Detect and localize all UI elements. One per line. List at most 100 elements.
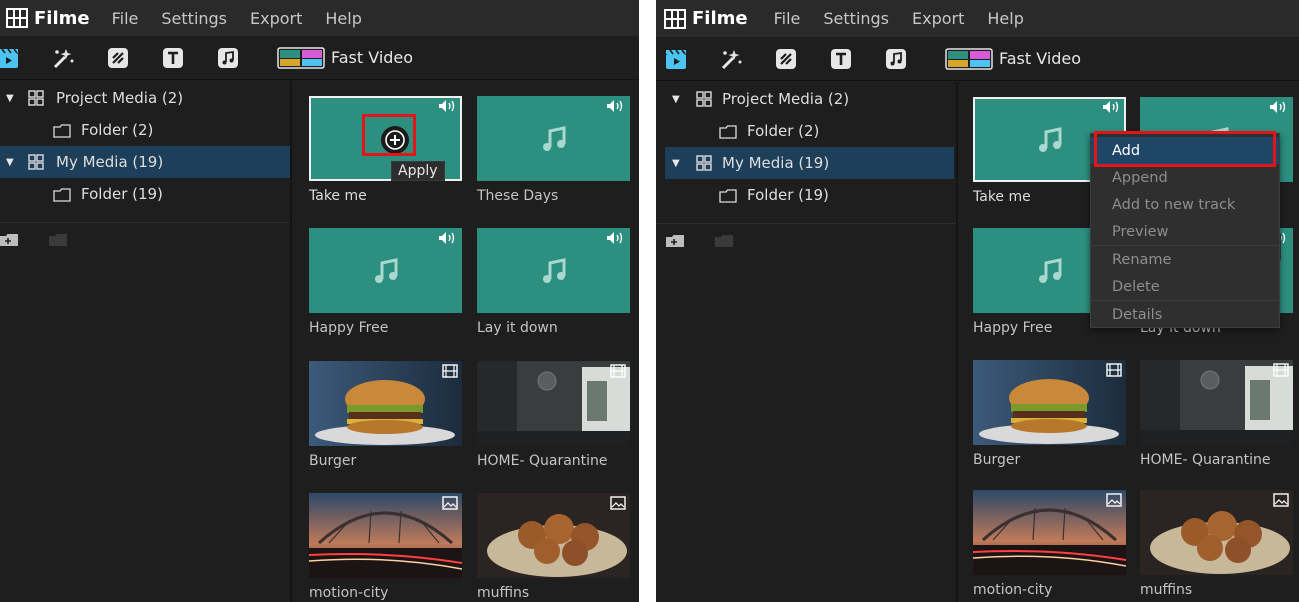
burger-photo xyxy=(973,360,1126,445)
video-thumbnail[interactable] xyxy=(309,361,462,446)
fast-video-label: Fast Video xyxy=(331,48,414,67)
menu-help[interactable]: Help xyxy=(325,9,361,28)
media-tile-lay-it-down[interactable]: Lay it down xyxy=(477,228,630,336)
menu-file[interactable]: File xyxy=(112,9,139,28)
media-label: Burger xyxy=(973,452,1021,468)
app-logo: Filme xyxy=(6,8,90,29)
menu-bar: Filme File Settings Export Help xyxy=(656,0,1299,37)
expand-arrow-icon[interactable]: ▼ xyxy=(6,93,14,104)
media-grid: Take me Apply These Days Happy Free Lay xyxy=(293,81,639,602)
menu-file[interactable]: File xyxy=(774,9,801,28)
grid-icon xyxy=(696,91,712,107)
image-thumbnail[interactable] xyxy=(1140,490,1293,575)
media-tile-home-quarantine[interactable]: HOME- Quarantine xyxy=(477,361,630,469)
menu-export[interactable]: Export xyxy=(250,9,302,28)
media-label: HOME- Quarantine xyxy=(1140,452,1271,468)
music-note-icon xyxy=(1038,126,1061,152)
sidebar-item-my-media[interactable]: ▼ My Media (19) xyxy=(0,146,290,178)
grid-icon xyxy=(696,155,712,171)
sidebar-item-my-media[interactable]: ▼ My Media (19) xyxy=(665,147,954,179)
media-tile-happy-free[interactable]: Happy Free xyxy=(309,228,462,336)
sidebar-item-folder-project[interactable]: Folder (2) xyxy=(0,114,290,146)
context-menu: Add Append Add to new track Preview Rena… xyxy=(1090,133,1280,328)
delete-folder-icon[interactable] xyxy=(715,234,733,248)
add-folder-icon[interactable] xyxy=(666,234,684,248)
video-thumbnail[interactable] xyxy=(973,360,1126,445)
transitions-icon[interactable] xyxy=(772,45,800,73)
expand-arrow-icon[interactable]: ▼ xyxy=(672,94,680,105)
image-thumbnail[interactable] xyxy=(973,490,1126,575)
sidebar-item-folder-project[interactable]: Folder (2) xyxy=(656,115,956,147)
context-menu-add-to-new-track[interactable]: Add to new track xyxy=(1091,191,1279,218)
apply-tooltip: Apply xyxy=(391,161,445,181)
audio-thumbnail[interactable] xyxy=(309,228,462,313)
menu-export[interactable]: Export xyxy=(912,9,964,28)
room-photo xyxy=(477,361,630,446)
music-note-icon xyxy=(542,257,565,283)
audio-badge-icon xyxy=(439,232,455,244)
delete-folder-icon[interactable] xyxy=(49,233,67,247)
media-icon[interactable] xyxy=(662,45,690,73)
media-tile-these-days[interactable]: These Days xyxy=(477,96,630,204)
audio-badge-icon xyxy=(607,232,623,244)
muffins-photo xyxy=(477,493,630,578)
text-icon[interactable] xyxy=(159,44,187,72)
expand-arrow-icon[interactable]: ▼ xyxy=(672,158,680,169)
image-badge-icon xyxy=(1106,493,1122,507)
sidebar-item-label: Folder (2) xyxy=(81,121,154,139)
audio-thumbnail[interactable] xyxy=(477,96,630,181)
audio-badge-icon xyxy=(439,100,455,112)
media-label: Burger xyxy=(309,453,357,469)
audio-badge-icon xyxy=(607,100,623,112)
context-menu-rename[interactable]: Rename xyxy=(1091,246,1279,273)
media-tile-burger[interactable]: Burger xyxy=(973,360,1126,468)
image-thumbnail[interactable] xyxy=(477,493,630,578)
music-icon[interactable] xyxy=(882,45,910,73)
menu-settings[interactable]: Settings xyxy=(161,9,227,28)
plus-icon xyxy=(385,130,405,150)
media-tile-muffins[interactable]: muffins xyxy=(1140,490,1293,598)
context-menu-preview[interactable]: Preview xyxy=(1091,218,1279,245)
image-thumbnail[interactable] xyxy=(309,493,462,578)
context-menu-append[interactable]: Append xyxy=(1091,164,1279,191)
fast-video-button[interactable]: Fast Video xyxy=(945,47,1081,70)
media-tile-motion-city[interactable]: motion-city xyxy=(309,493,462,601)
sidebar-item-label: Folder (19) xyxy=(81,185,163,203)
effects-icon[interactable] xyxy=(49,44,77,72)
media-icon[interactable] xyxy=(0,44,22,72)
context-menu-details[interactable]: Details xyxy=(1091,301,1279,328)
video-thumbnail[interactable] xyxy=(1140,360,1293,445)
menu-bar: Filme File Settings Export Help xyxy=(0,0,639,36)
sidebar-item-project-media[interactable]: ▼ Project Media (2) xyxy=(0,82,290,114)
media-tile-home-quarantine[interactable]: HOME- Quarantine xyxy=(1140,360,1293,468)
audio-thumbnail[interactable] xyxy=(477,228,630,313)
fast-video-button[interactable]: Fast Video xyxy=(277,46,414,69)
video-thumbnail[interactable] xyxy=(477,361,630,446)
city-photo xyxy=(973,490,1126,575)
text-icon[interactable] xyxy=(827,45,855,73)
transitions-icon[interactable] xyxy=(104,44,132,72)
add-folder-icon[interactable] xyxy=(0,233,18,247)
folder-icon xyxy=(53,124,71,138)
filme-window-left: Filme File Settings Export Help Fast Vid… xyxy=(0,0,639,602)
audio-badge-icon xyxy=(1103,101,1119,113)
expand-arrow-icon[interactable]: ▼ xyxy=(6,157,14,168)
media-tile-muffins[interactable]: muffins xyxy=(477,493,630,601)
image-badge-icon xyxy=(442,496,458,510)
media-sidebar: ▼ Project Media (2) Folder (2) ▼ My Medi… xyxy=(656,82,958,602)
sidebar-item-folder-my-media[interactable]: Folder (19) xyxy=(0,178,290,210)
context-menu-add[interactable]: Add xyxy=(1091,137,1279,164)
menu-help[interactable]: Help xyxy=(987,9,1023,28)
media-tile-take-me[interactable]: Take me xyxy=(309,96,462,204)
sidebar-item-folder-my-media[interactable]: Folder (19) xyxy=(656,179,956,211)
context-menu-delete[interactable]: Delete xyxy=(1091,273,1279,300)
media-sidebar: ▼ Project Media (2) Folder (2) ▼ My Medi… xyxy=(0,81,292,602)
music-icon[interactable] xyxy=(214,44,242,72)
media-tile-motion-city[interactable]: motion-city xyxy=(973,490,1126,598)
media-tile-burger[interactable]: Burger xyxy=(309,361,462,469)
sidebar-item-project-media[interactable]: ▼ Project Media (2) xyxy=(656,83,956,115)
add-to-timeline-button[interactable] xyxy=(381,126,409,154)
effects-icon[interactable] xyxy=(717,45,745,73)
sidebar-item-label: Project Media (2) xyxy=(722,90,850,108)
menu-settings[interactable]: Settings xyxy=(823,9,889,28)
